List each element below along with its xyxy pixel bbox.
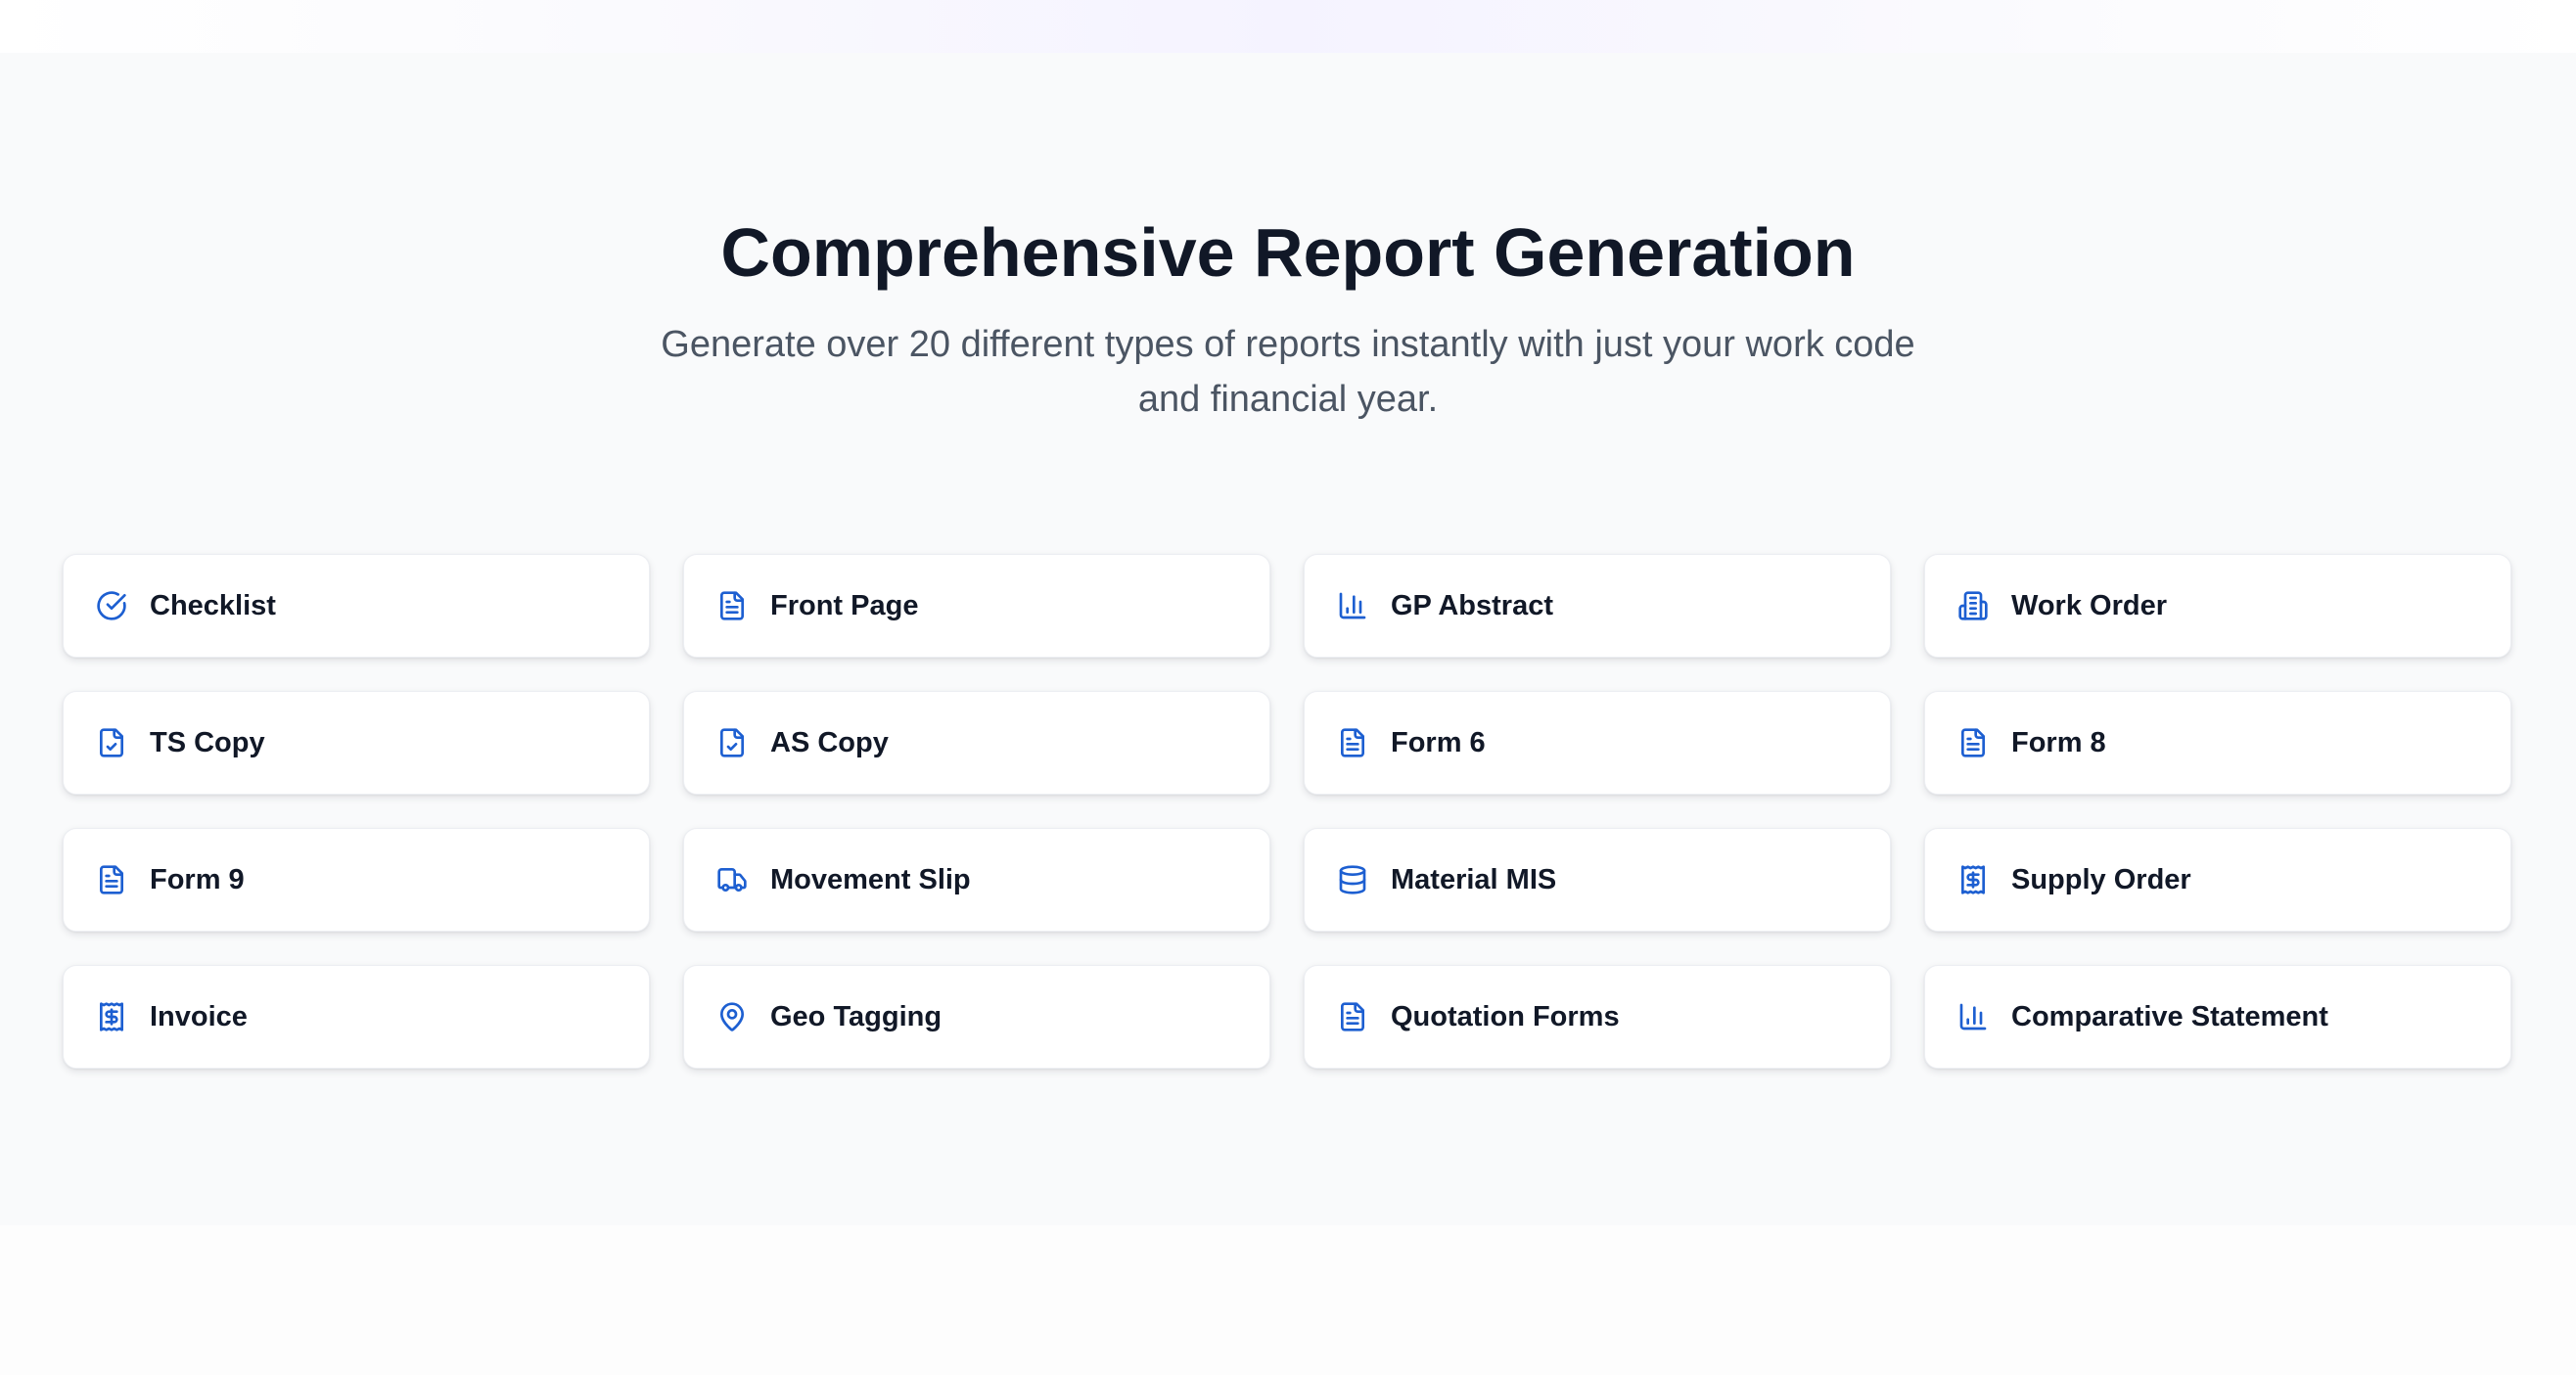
report-label: Quotation Forms — [1391, 1000, 1620, 1032]
report-card-material-mis[interactable]: Material MIS — [1304, 828, 1891, 932]
building-icon — [1956, 589, 1990, 622]
report-card-work-order[interactable]: Work Order — [1924, 554, 2511, 658]
report-label: Form 6 — [1391, 726, 1486, 758]
top-gradient-band — [0, 0, 2576, 53]
report-label: Form 8 — [2011, 726, 2106, 758]
receipt-dollar-icon — [1956, 863, 1990, 896]
report-card-geo-tagging[interactable]: Geo Tagging — [683, 965, 1270, 1069]
file-check-icon — [715, 726, 749, 759]
section-title: Comprehensive Report Generation — [720, 214, 1856, 291]
bottom-band — [0, 1225, 2576, 1375]
report-card-form-9[interactable]: Form 9 — [63, 828, 650, 932]
file-text-icon — [95, 863, 128, 896]
report-label: Movement Slip — [770, 863, 971, 895]
report-label: Geo Tagging — [770, 1000, 943, 1032]
report-label: Material MIS — [1391, 863, 1557, 895]
file-text-icon — [1336, 1000, 1369, 1033]
report-card-ts-copy[interactable]: TS Copy — [63, 691, 650, 795]
report-card-as-copy[interactable]: AS Copy — [683, 691, 1270, 795]
section-subtitle: Generate over 20 different types of repo… — [661, 324, 1915, 420]
report-label: Front Page — [770, 589, 919, 621]
report-card-checklist[interactable]: Checklist — [63, 554, 650, 658]
report-grid: Checklist Front Page GP Abstract Work Or… — [63, 554, 2513, 1069]
report-label: Checklist — [150, 589, 276, 621]
file-text-icon — [1956, 726, 1990, 759]
report-label: Form 9 — [150, 863, 245, 895]
report-card-supply-order[interactable]: Supply Order — [1924, 828, 2511, 932]
report-card-gp-abstract[interactable]: GP Abstract — [1304, 554, 1891, 658]
report-card-comparative-statement[interactable]: Comparative Statement — [1924, 965, 2511, 1069]
map-pin-icon — [715, 1000, 749, 1033]
report-label: GP Abstract — [1391, 589, 1553, 621]
report-card-quotation-forms[interactable]: Quotation Forms — [1304, 965, 1891, 1069]
report-label: TS Copy — [150, 726, 265, 758]
bar-chart-icon — [1956, 1000, 1990, 1033]
database-icon — [1336, 863, 1369, 896]
report-label: Supply Order — [2011, 863, 2191, 895]
report-label: Comparative Statement — [2011, 1000, 2328, 1032]
file-check-icon — [95, 726, 128, 759]
truck-icon — [715, 863, 749, 896]
file-text-icon — [1336, 726, 1369, 759]
file-text-icon — [715, 589, 749, 622]
report-label: Invoice — [150, 1000, 248, 1032]
report-card-form-8[interactable]: Form 8 — [1924, 691, 2511, 795]
report-card-invoice[interactable]: Invoice — [63, 965, 650, 1069]
check-circle-icon — [95, 589, 128, 622]
report-card-front-page[interactable]: Front Page — [683, 554, 1270, 658]
report-card-movement-slip[interactable]: Movement Slip — [683, 828, 1270, 932]
receipt-dollar-icon — [95, 1000, 128, 1033]
bar-chart-icon — [1336, 589, 1369, 622]
report-label: AS Copy — [770, 726, 889, 758]
report-card-form-6[interactable]: Form 6 — [1304, 691, 1891, 795]
report-label: Work Order — [2011, 589, 2168, 621]
